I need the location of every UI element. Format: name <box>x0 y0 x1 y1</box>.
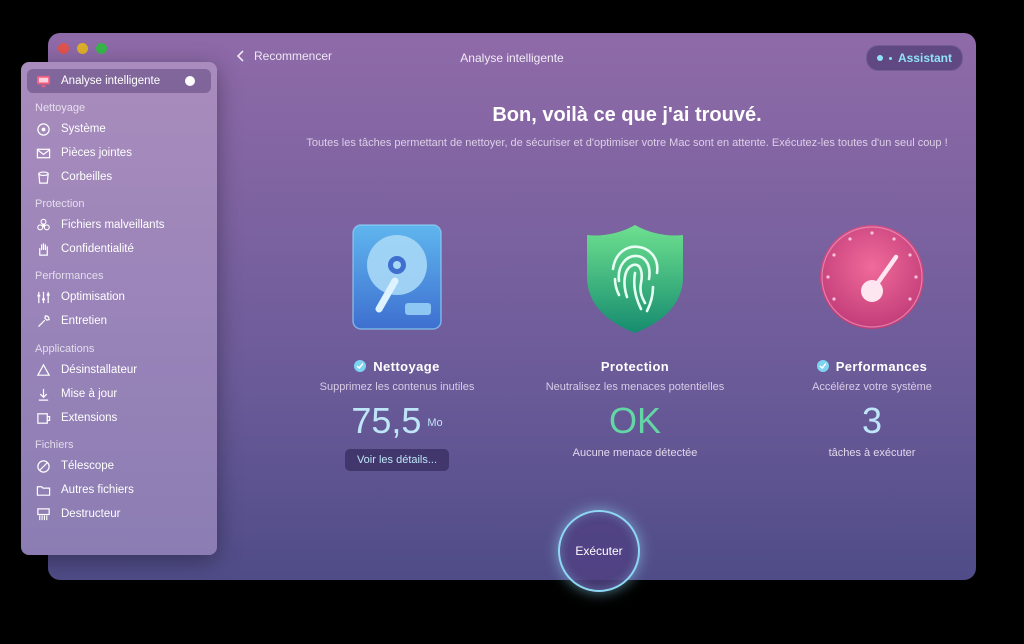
page-headline: Bon, voilà ce que j'ai trouvé. <box>492 104 762 126</box>
sidebar-item-systeme[interactable]: Système <box>27 117 211 141</box>
monitor-icon <box>35 73 51 89</box>
biohazard-icon <box>35 217 51 233</box>
sidebar-section-nettoyage: Nettoyage <box>35 102 86 114</box>
sidebar-item-label: Destructeur <box>61 508 121 520</box>
shield-fingerprint-icon <box>587 225 683 333</box>
sidebar-item-label: Fichiers malveillants <box>61 219 165 231</box>
cleanup-card: Nettoyage Supprimez les contenus inutile… <box>277 223 517 471</box>
shredder-icon <box>35 506 51 522</box>
sidebar-item-autres-fichiers[interactable]: Autres fichiers <box>27 478 211 502</box>
sidebar-item-destructeur[interactable]: Destructeur <box>27 502 211 526</box>
assistant-button[interactable]: Assistant <box>865 45 963 71</box>
update-icon <box>35 386 51 402</box>
performance-value: 3 <box>861 400 883 441</box>
cleanup-title: Nettoyage <box>277 357 517 375</box>
sidebar-section-applications: Applications <box>35 343 95 355</box>
sidebar-item-label: Analyse intelligente <box>61 75 161 87</box>
performance-card: Performances Accélérez votre système 3 t… <box>752 223 976 459</box>
sidebar-item-telescope[interactable]: Télescope <box>27 454 211 478</box>
assistant-label: Assistant <box>897 51 952 65</box>
sidebar-item-label: Mise à jour <box>61 388 118 400</box>
view-details-button[interactable]: Voir les détails... <box>344 449 450 471</box>
envelope-icon <box>35 145 51 161</box>
cleanup-value-unit: Mo <box>427 417 443 430</box>
page-subline: Toutes les tâches permettant de nettoyer… <box>306 137 948 149</box>
hand-icon <box>35 241 51 257</box>
assistant-dot-small-icon <box>888 56 892 60</box>
sidebar-item-entretien[interactable]: Entretien <box>27 309 211 333</box>
trash-icon <box>35 169 51 185</box>
sidebar-item-label: Corbeilles <box>61 171 113 183</box>
sidebar-item-pieces-jointes[interactable]: Pièces jointes <box>27 141 211 165</box>
sidebar-item-analyse-intelligente[interactable]: Analyse intelligente <box>27 69 211 93</box>
execute-button[interactable]: Exécuter <box>558 510 640 592</box>
sidebar-item-extensions[interactable]: Extensions <box>27 406 211 430</box>
protection-value: OK <box>608 400 661 441</box>
sidebar-item-fichiers-malveillants[interactable]: Fichiers malveillants <box>27 213 211 237</box>
performance-title: Performances <box>752 357 976 375</box>
uninstall-icon <box>35 362 51 378</box>
system-icon <box>35 121 51 137</box>
protection-desc: Neutralisez les menaces potentielles <box>545 381 725 393</box>
wrench-icon <box>35 313 51 329</box>
sidebar-item-label: Système <box>61 123 106 135</box>
cleanup-desc: Supprimez les contenus inutiles <box>319 381 475 393</box>
sidebar-item-label: Extensions <box>61 412 118 424</box>
protection-status: Aucune menace détectée <box>572 447 698 459</box>
sidebar-section-performances: Performances <box>35 270 104 282</box>
protection-title: Protection <box>515 357 755 375</box>
cleanup-title-text: Nettoyage <box>373 358 440 374</box>
sidebar-item-optimisation[interactable]: Optimisation <box>27 285 211 309</box>
check-icon <box>354 360 367 372</box>
cleanup-value-number: 75,5 <box>351 400 422 441</box>
extensions-icon <box>35 410 51 426</box>
sidebar-item-label: Optimisation <box>61 291 125 303</box>
sidebar-item-label: Désinstallateur <box>61 364 138 376</box>
protection-title-text: Protection <box>600 358 670 374</box>
sidebar-section-fichiers: Fichiers <box>35 439 74 451</box>
sidebar-item-label: Pièces jointes <box>61 147 132 159</box>
folder-icon <box>35 482 51 498</box>
speedometer-icon <box>820 225 924 329</box>
sidebar-item-label: Entretien <box>61 315 108 327</box>
sidebar-item-desinstallateur[interactable]: Désinstallateur <box>27 358 211 382</box>
sidebar-item-label: Confidentialité <box>61 243 134 255</box>
check-icon <box>816 360 829 372</box>
sidebar: Analyse intelligente Nettoyage Système P… <box>21 62 217 555</box>
sidebar-section-protection: Protection <box>35 198 85 210</box>
sidebar-item-label: Autres fichiers <box>61 484 134 496</box>
sidebar-item-mise-a-jour[interactable]: Mise à jour <box>27 382 211 406</box>
performance-tasks: tâches à exécuter <box>828 447 916 459</box>
performance-title-text: Performances <box>835 358 928 374</box>
sidebar-item-confidentialite[interactable]: Confidentialité <box>27 237 211 261</box>
sidebar-item-corbeilles[interactable]: Corbeilles <box>27 165 211 189</box>
active-indicator-dot <box>185 76 195 86</box>
performance-desc: Accélérez votre système <box>812 381 932 393</box>
assistant-dot-icon <box>876 55 883 61</box>
sidebar-item-label: Télescope <box>61 460 115 472</box>
lens-icon <box>35 458 51 474</box>
sliders-icon <box>35 289 51 305</box>
cleanup-value: 75,5 Mo <box>277 401 517 441</box>
hard-drive-icon <box>352 224 442 330</box>
protection-card: Protection Neutralisez les menaces poten… <box>515 223 755 459</box>
